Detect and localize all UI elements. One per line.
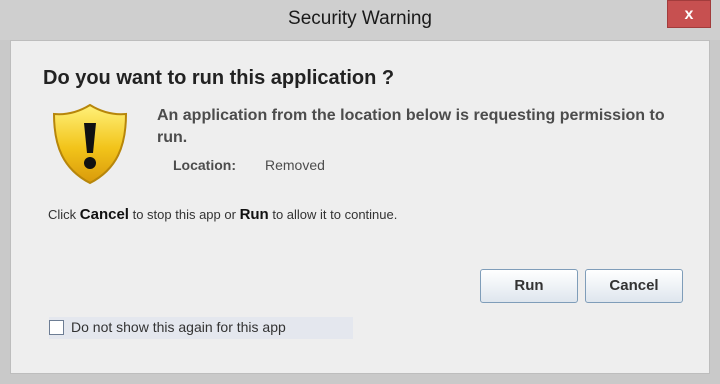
instruction-prefix: Click (48, 207, 80, 222)
close-icon: x (684, 6, 694, 23)
instruction-run: Run (239, 206, 269, 223)
do-not-show-again-checkbox[interactable] (49, 320, 64, 335)
request-message: An application from the location below i… (157, 107, 665, 146)
dialog-body: Do you want to run this application ? An… (10, 40, 710, 374)
close-button[interactable]: x (667, 0, 711, 28)
warning-shield-icon (49, 101, 131, 187)
cancel-button[interactable]: Cancel (585, 269, 683, 303)
title-bar[interactable]: Security Warning x (0, 0, 720, 40)
do-not-show-again-row[interactable]: Do not show this again for this app (49, 317, 353, 339)
do-not-show-again-label[interactable]: Do not show this again for this app (71, 319, 286, 335)
location-label: Location: (173, 157, 236, 173)
window-title: Security Warning (288, 8, 432, 29)
instruction-middle: to stop this app or (128, 207, 240, 222)
instruction-suffix: to allow it to continue. (268, 207, 398, 222)
dialog-heading: Do you want to run this application ? (43, 67, 395, 89)
security-warning-window: Security Warning x Do you want to run th… (0, 0, 720, 384)
run-button[interactable]: Run (480, 269, 578, 303)
instruction-cancel: Cancel (79, 206, 129, 223)
instruction-text: Click Cancel to stop this app or Run to … (48, 206, 397, 223)
location-value: Removed (265, 157, 325, 173)
